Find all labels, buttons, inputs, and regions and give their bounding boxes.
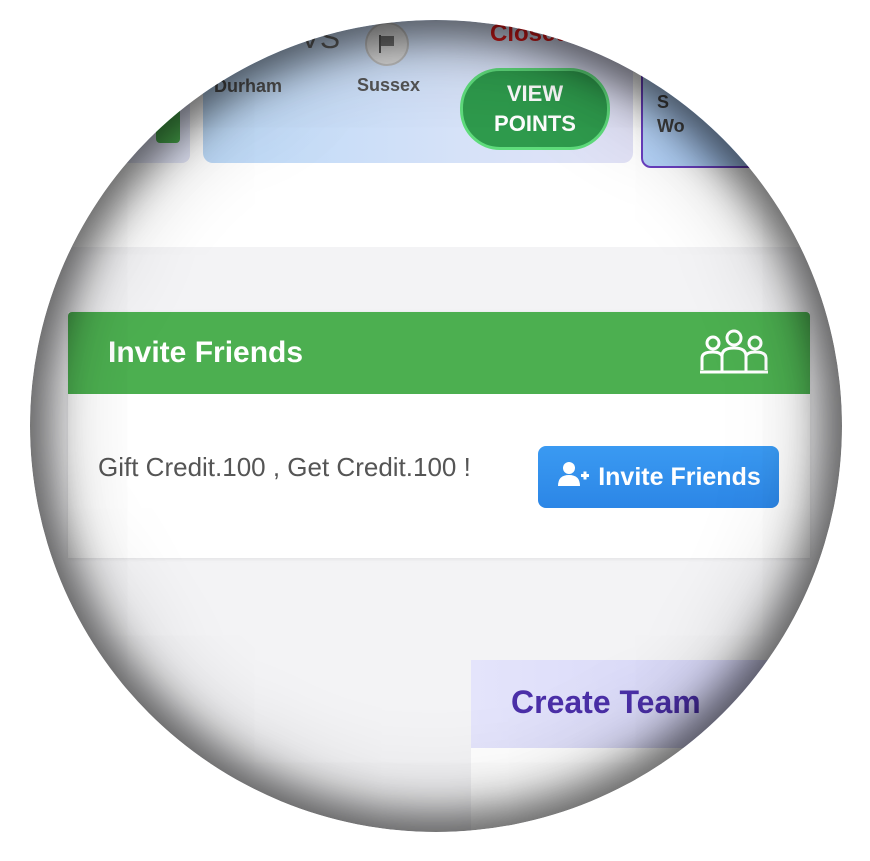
next-card-line1: S — [657, 92, 670, 112]
group-icon — [698, 328, 770, 381]
invite-friends-header: Invite Friends — [68, 312, 810, 394]
invite-friends-panel: Invite Friends Gift Credit.100 , Get Cre… — [68, 312, 810, 558]
create-team-section: Create Team — [471, 660, 842, 832]
match-strip: VS Durham Sussex Closed VIEW POINTS S Wo — [30, 20, 842, 247]
create-team-header[interactable]: Create Team — [471, 660, 842, 748]
card-button-edge — [156, 93, 180, 143]
page-content: VS Durham Sussex Closed VIEW POINTS S Wo — [30, 20, 842, 832]
invite-message: Gift Credit.100 , Get Credit.100 ! — [98, 452, 471, 482]
view-points-label: VIEW POINTS — [494, 81, 576, 136]
next-card-line2: Wo — [657, 116, 685, 136]
invite-friends-title: Invite Friends — [108, 336, 304, 369]
next-card-text: S Wo — [657, 90, 685, 138]
user-plus-icon — [556, 460, 590, 495]
vs-label: VS — [300, 22, 341, 55]
team-name-b: Sussex — [357, 75, 421, 95]
invite-friends-button[interactable]: Invite Friends — [538, 446, 779, 508]
magnifier-view: VS Durham Sussex Closed VIEW POINTS S Wo — [30, 20, 842, 832]
match-status: Closed — [490, 20, 571, 47]
create-team-title: Create Team — [511, 684, 701, 720]
match-card-next[interactable]: S Wo — [641, 40, 842, 168]
team-name-a: Durham — [214, 76, 283, 96]
view-points-button[interactable]: VIEW POINTS — [460, 68, 610, 150]
team-flag-icon — [365, 22, 409, 66]
match-card-previous[interactable] — [40, 20, 190, 163]
invite-friends-button-label: Invite Friends — [598, 462, 761, 491]
